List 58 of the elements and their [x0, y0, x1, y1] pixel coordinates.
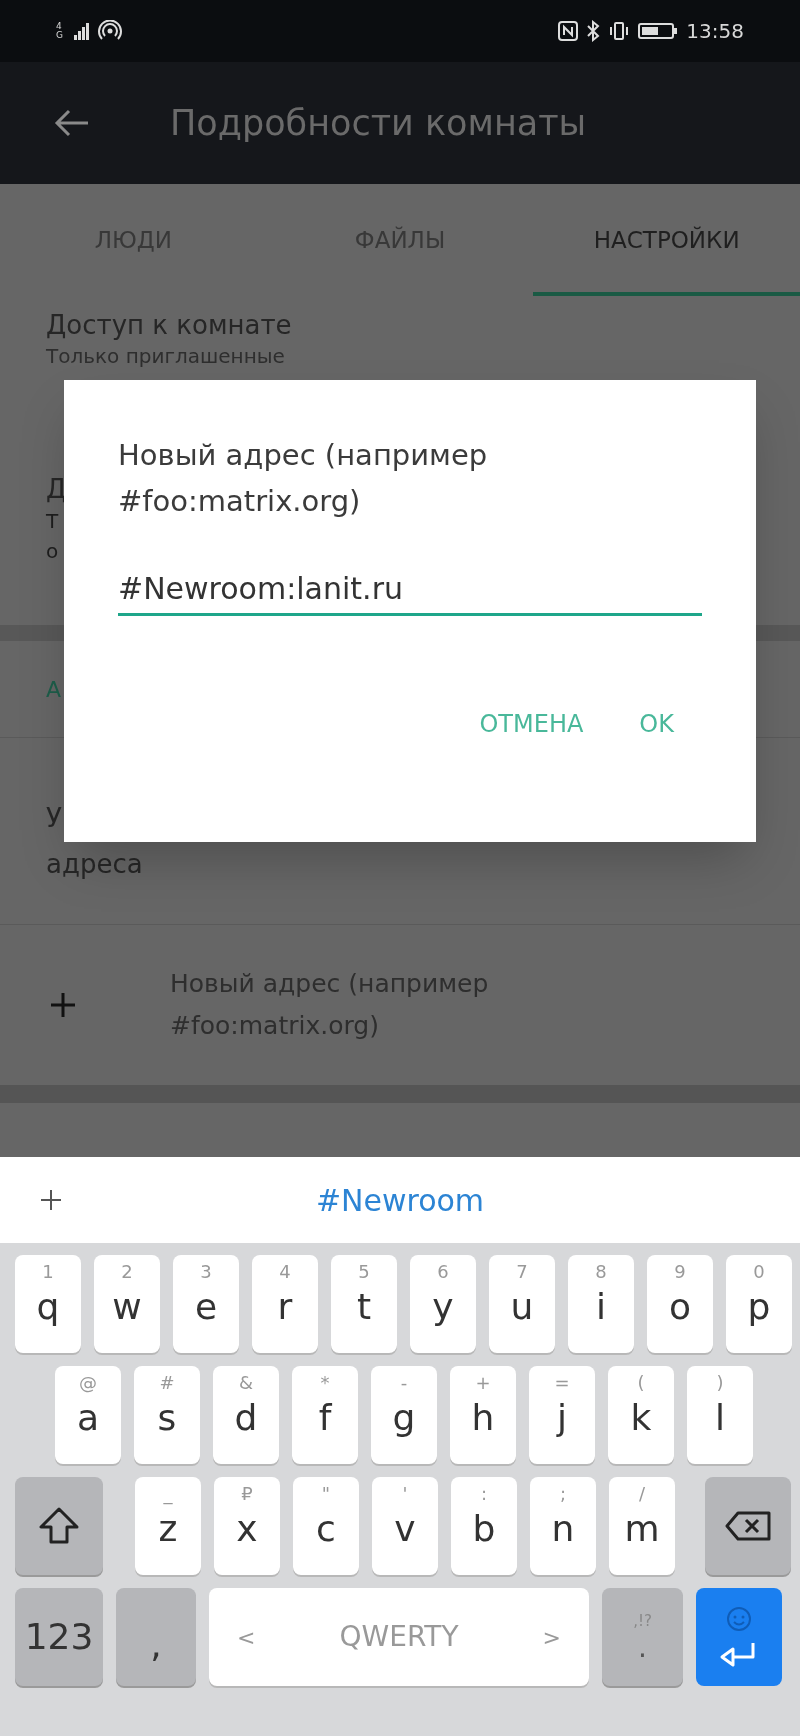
setting-value: Т [46, 508, 59, 535]
key[interactable]: = j [529, 1366, 595, 1464]
key[interactable]: + h [450, 1366, 516, 1464]
key[interactable]: 4 r [252, 1255, 318, 1353]
backspace-icon [724, 1510, 772, 1542]
shift-icon [37, 1506, 81, 1546]
key[interactable]: 5 t [331, 1255, 397, 1353]
comma-key[interactable]: , [116, 1588, 196, 1686]
section-header: А [46, 675, 62, 704]
plus-icon[interactable] [40, 1189, 62, 1211]
smiley-icon [726, 1606, 752, 1632]
vibrate-icon [608, 21, 631, 41]
key[interactable]: 7 u [489, 1255, 555, 1353]
key[interactable]: _ z [135, 1477, 201, 1575]
address-item: адреса [46, 848, 143, 881]
shift-key[interactable] [15, 1477, 103, 1575]
key[interactable]: / m [609, 1477, 675, 1575]
signal-icon [74, 22, 90, 40]
setting-title: Доступ к комнате [46, 309, 293, 342]
setting-value: Только приглашенные [46, 343, 285, 370]
period-key[interactable]: ,!? . [602, 1588, 683, 1686]
setting-title: Д [46, 473, 67, 506]
network-label: 4G [56, 22, 64, 40]
key[interactable]: ; n [530, 1477, 596, 1575]
plus-icon[interactable] [50, 992, 76, 1018]
numbers-key[interactable]: 123 [15, 1588, 103, 1686]
key[interactable]: " c [293, 1477, 359, 1575]
setting-value: о [46, 538, 59, 565]
clock: 13:58 [686, 18, 744, 45]
key[interactable]: - g [371, 1366, 437, 1464]
hotspot-icon [98, 20, 122, 42]
key[interactable]: ₽ x [214, 1477, 280, 1575]
back-arrow-icon[interactable] [54, 109, 90, 137]
key[interactable]: 9 o [647, 1255, 713, 1353]
key[interactable]: 1 q [15, 1255, 81, 1353]
key[interactable]: ' v [372, 1477, 438, 1575]
key[interactable]: 2 w [94, 1255, 160, 1353]
key[interactable]: ( k [608, 1366, 674, 1464]
nfc-icon [558, 21, 579, 41]
key[interactable]: ) l [687, 1366, 753, 1464]
battery-icon [638, 22, 679, 40]
key[interactable]: * f [292, 1366, 358, 1464]
key[interactable]: @ a [55, 1366, 121, 1464]
address-item: У [46, 802, 62, 835]
key[interactable]: 0 p [726, 1255, 792, 1353]
key[interactable]: : b [451, 1477, 517, 1575]
dialog-title: Новый адрес (например #foo:matrix.org) [118, 437, 489, 520]
suggestion[interactable]: #Newroom [315, 1177, 485, 1223]
key[interactable]: 8 i [568, 1255, 634, 1353]
address-input[interactable]: #Newroom:lanit.ru [118, 566, 702, 616]
key[interactable]: # s [134, 1366, 200, 1464]
key[interactable]: & d [213, 1366, 279, 1464]
backspace-key[interactable] [705, 1477, 791, 1575]
key[interactable]: 6 y [410, 1255, 476, 1353]
key[interactable]: 3 e [173, 1255, 239, 1353]
enter-key[interactable] [696, 1588, 782, 1686]
bluetooth-icon [586, 20, 601, 42]
screen-title: Подробности комнаты [170, 101, 587, 145]
